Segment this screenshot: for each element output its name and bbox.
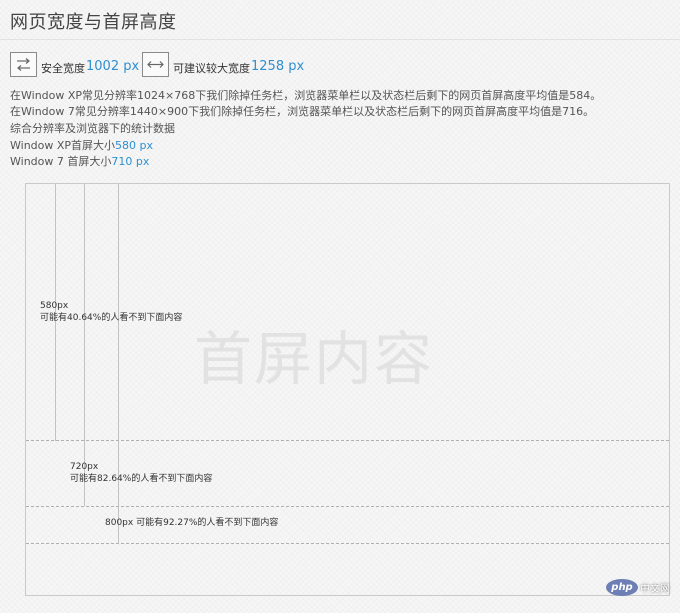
title-divider [0, 39, 680, 40]
fold-720-label: 720px 可能有82.64%的人看不到下面内容 [70, 461, 212, 485]
stats-heading: 综合分辨率及浏览器下的统计数据 [10, 122, 175, 135]
swap-arrows-icon [10, 52, 37, 77]
safe-width-value: 1002 px [86, 58, 140, 74]
fold-720-guide [84, 184, 85, 506]
page-title: 网页宽度与首屏高度 [10, 12, 177, 33]
fold-800-guide [118, 184, 119, 544]
fold-800-line [26, 543, 669, 544]
fold-800-label: 800px 可能有92.27%的人看不到下面内容 [105, 517, 278, 529]
fold-diagram: 首屏内容 580px 可能有40.64%的人看不到下面内容 720px 可能有8… [25, 183, 670, 596]
logo-text: 中文网 [640, 584, 670, 595]
fold-580-label: 580px 可能有40.64%的人看不到下面内容 [40, 300, 182, 324]
win7-description: 在Window 7常见分辨率1440×900下我们除掉任务栏，浏览器菜单栏以及状… [10, 105, 595, 118]
suggest-width-value: 1258 px [251, 58, 305, 74]
win7-fold-label: Window 7 首屏大小 [10, 155, 112, 168]
fold-580-desc: 可能有40.64%的人看不到下面内容 [40, 313, 183, 323]
php-logo-icon: php [606, 579, 638, 596]
xp-fold-size: Window XP首屏大小580 px [10, 137, 153, 153]
horizontal-expand-icon [142, 52, 169, 77]
suggest-width-label: 可建议较大宽度 [173, 61, 250, 75]
fold-720-px: 720px [70, 462, 99, 472]
fold-720-desc: 可能有82.64%的人看不到下面内容 [70, 474, 213, 484]
above-fold-watermark: 首屏内容 [194, 325, 435, 393]
site-logo: php 中文网 [606, 579, 670, 596]
xp-description: 在Window XP常见分辨率1024×768下我们除掉任务栏，浏览器菜单栏以及… [10, 89, 602, 102]
win7-fold-value: 710 px [111, 155, 150, 168]
fold-720-line [26, 506, 669, 507]
xp-fold-value: 580 px [115, 139, 154, 152]
win7-fold-size: Window 7 首屏大小710 px [10, 153, 149, 169]
xp-fold-label: Window XP首屏大小 [10, 139, 116, 152]
fold-580-line [26, 440, 669, 441]
fold-800-desc: 可能有92.27%的人看不到下面内容 [136, 518, 279, 528]
safe-width-label: 安全宽度 [41, 61, 85, 75]
fold-800-px: 800px [105, 518, 134, 528]
suggest-width-spec: 可建议较大宽度 1258 px [142, 52, 304, 77]
safe-width-spec: 安全宽度 1002 px [10, 52, 139, 77]
fold-580-px: 580px [40, 301, 69, 311]
